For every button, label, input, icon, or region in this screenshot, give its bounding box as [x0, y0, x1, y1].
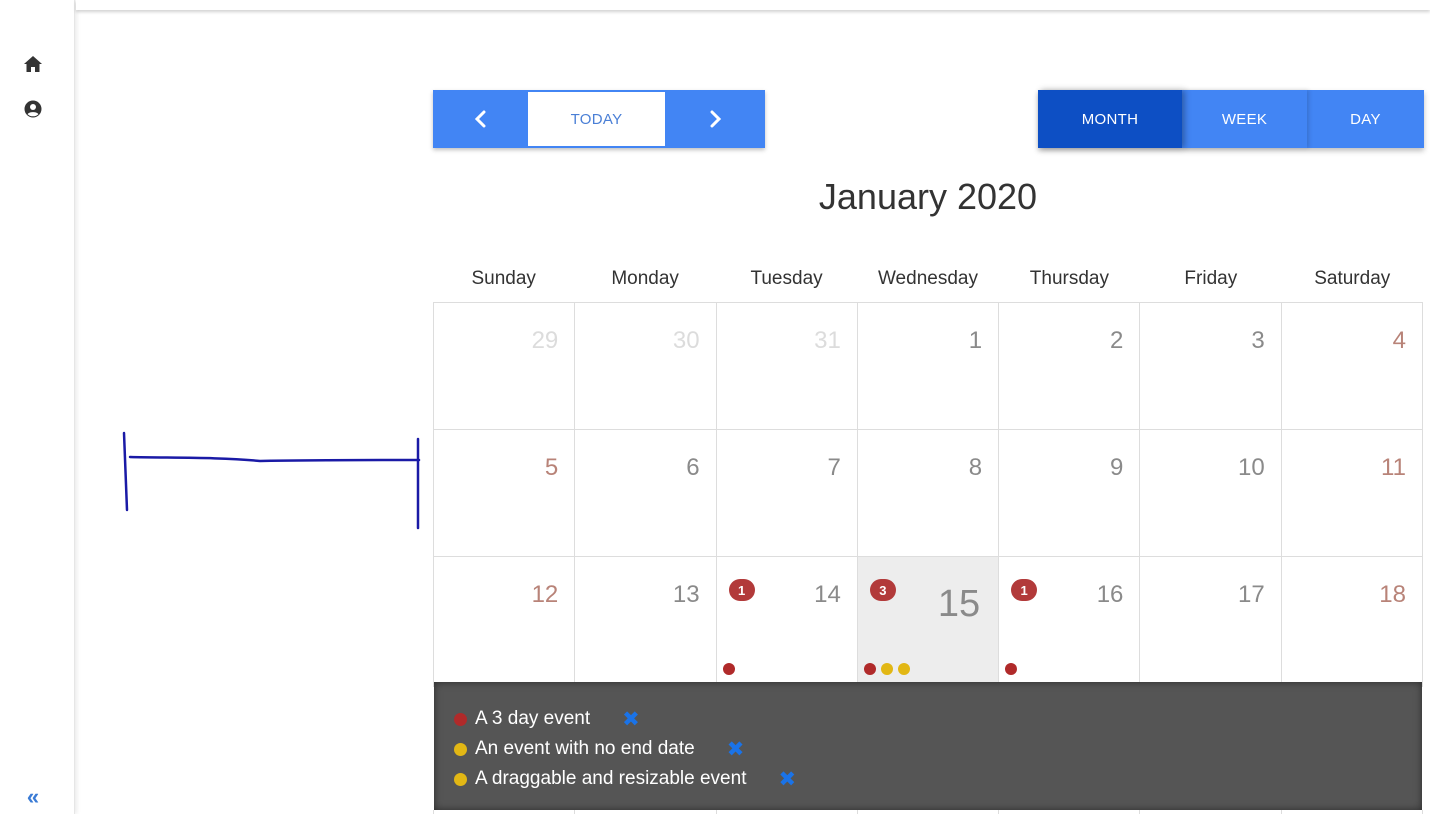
day-number: 3	[1251, 327, 1265, 354]
previous-button[interactable]	[433, 90, 528, 148]
month-grid: 29 30 31 1 2 3 4 5 6 7 8 9 10 11 12 13 14 1 15 3 16 1 17 18	[433, 302, 1423, 687]
event-item[interactable]: A 3 day event ✖	[454, 704, 1422, 734]
week-row: 12 13 14 1 15 3 16 1 17 18	[434, 557, 1423, 687]
day-number: 31	[814, 327, 841, 354]
day-cell[interactable]: 15 3	[857, 557, 1000, 687]
weekday-label: Friday	[1184, 268, 1238, 289]
day-number: 7	[827, 454, 841, 481]
event-color-dot	[454, 742, 467, 756]
day-number: 12	[531, 581, 559, 608]
day-cell[interactable]: 11	[1281, 430, 1423, 557]
day-cell[interactable]: 18	[1281, 557, 1423, 687]
day-cell[interactable]: 1	[857, 303, 1000, 430]
day-events-panel: A 3 day event ✖ An event with no end date ✖…	[434, 682, 1422, 810]
day-cell[interactable]: 31	[716, 303, 858, 430]
day-cell[interactable]: 13	[575, 557, 717, 687]
day-cell[interactable]: 9	[999, 430, 1141, 557]
day-cell[interactable]: 12	[434, 557, 576, 687]
event-dots	[863, 663, 910, 675]
event-count-badge[interactable]: 1	[728, 579, 755, 601]
weekday-label: Saturday	[1314, 268, 1391, 289]
day-cell[interactable]: 2	[999, 303, 1141, 430]
day-cell[interactable]: 10	[1140, 430, 1282, 557]
event-title[interactable]: An event with no end date	[475, 738, 695, 760]
day-number: 9	[1110, 454, 1124, 481]
week-view-button[interactable]: WEEK	[1182, 90, 1307, 148]
day-cell[interactable]: 4	[1281, 303, 1423, 430]
day-number: 6	[686, 454, 700, 481]
day-number: 5	[544, 454, 559, 481]
event-count-badge[interactable]: 3	[869, 579, 896, 601]
day-number: 16	[1096, 581, 1124, 608]
month-view-button[interactable]: MONTH	[1038, 90, 1182, 148]
day-cell[interactable]: 29	[434, 303, 576, 430]
day-number: 10	[1237, 454, 1265, 481]
day-view-button[interactable]: DAY	[1307, 90, 1424, 148]
event-dot	[722, 663, 735, 675]
weekday-header: Sunday Monday Tuesday Wednesday Thursday…	[433, 268, 1423, 302]
day-number: 29	[531, 327, 559, 354]
chevron-right-icon	[710, 110, 722, 128]
chevron-left-icon	[474, 110, 485, 128]
day-cell[interactable]: 14 1	[716, 557, 858, 687]
day-number: 11	[1381, 454, 1406, 481]
day-cell[interactable]: 5	[434, 430, 576, 557]
event-dots	[1005, 663, 1018, 675]
week-row: 5 6 7 8 9 10 11	[434, 430, 1423, 557]
user-icon[interactable]	[23, 99, 43, 119]
day-number: 13	[672, 581, 700, 608]
weekday-label: Thursday	[1029, 268, 1109, 289]
day-cell[interactable]: 16 1	[999, 557, 1141, 687]
close-icon[interactable]: ✖	[622, 707, 640, 732]
top-bar	[76, 0, 1430, 10]
date-navigation: TODAY	[433, 90, 765, 148]
event-color-dot	[454, 712, 467, 726]
calendar-title: January 2020	[818, 176, 1038, 217]
day-number: 1	[968, 327, 983, 354]
next-button[interactable]	[665, 90, 765, 148]
day-cell[interactable]: 8	[857, 430, 1000, 557]
event-dot	[863, 663, 876, 675]
close-icon[interactable]: ✖	[727, 737, 745, 762]
day-number: 30	[672, 327, 700, 354]
day-number: 8	[968, 454, 983, 481]
weekday-label: Tuesday	[750, 268, 823, 289]
day-cell[interactable]: 3	[1140, 303, 1282, 430]
day-number: 14	[814, 581, 841, 608]
day-number: 15	[937, 583, 981, 625]
event-dot	[880, 663, 893, 675]
event-count-badge[interactable]: 1	[1011, 579, 1038, 601]
weekday-label: Wednesday	[877, 268, 978, 289]
day-number: 17	[1237, 581, 1265, 608]
today-button[interactable]: TODAY	[528, 92, 665, 146]
weekday-label: Monday	[611, 268, 679, 289]
home-icon[interactable]	[23, 54, 43, 74]
day-number: 2	[1110, 327, 1124, 354]
event-dot	[1005, 663, 1018, 675]
collapse-sidebar-icon[interactable]: «	[22, 786, 44, 808]
event-dots	[722, 663, 735, 675]
week-row: 29 30 31 1 2 3 4	[434, 303, 1423, 430]
day-cell[interactable]: 7	[716, 430, 858, 557]
view-switcher: MONTH WEEK DAY	[1038, 90, 1424, 148]
event-title[interactable]: A 3 day event	[475, 708, 590, 730]
hand-drawn-annotation	[122, 431, 421, 530]
weekday-label: Sunday	[471, 268, 536, 289]
event-color-dot	[454, 772, 467, 786]
day-number: 4	[1392, 327, 1406, 354]
day-number: 18	[1379, 581, 1406, 608]
day-cell[interactable]: 30	[575, 303, 717, 430]
sidebar: «	[0, 0, 75, 814]
close-icon[interactable]: ✖	[778, 767, 796, 792]
event-dot	[897, 663, 910, 675]
next-week-row-edge	[433, 810, 1423, 814]
event-item[interactable]: A draggable and resizable event ✖	[454, 764, 1422, 794]
event-item[interactable]: An event with no end date ✖	[454, 734, 1422, 764]
event-title[interactable]: A draggable and resizable event	[475, 768, 746, 790]
day-cell[interactable]: 17	[1140, 557, 1282, 687]
day-cell[interactable]: 6	[575, 430, 717, 557]
